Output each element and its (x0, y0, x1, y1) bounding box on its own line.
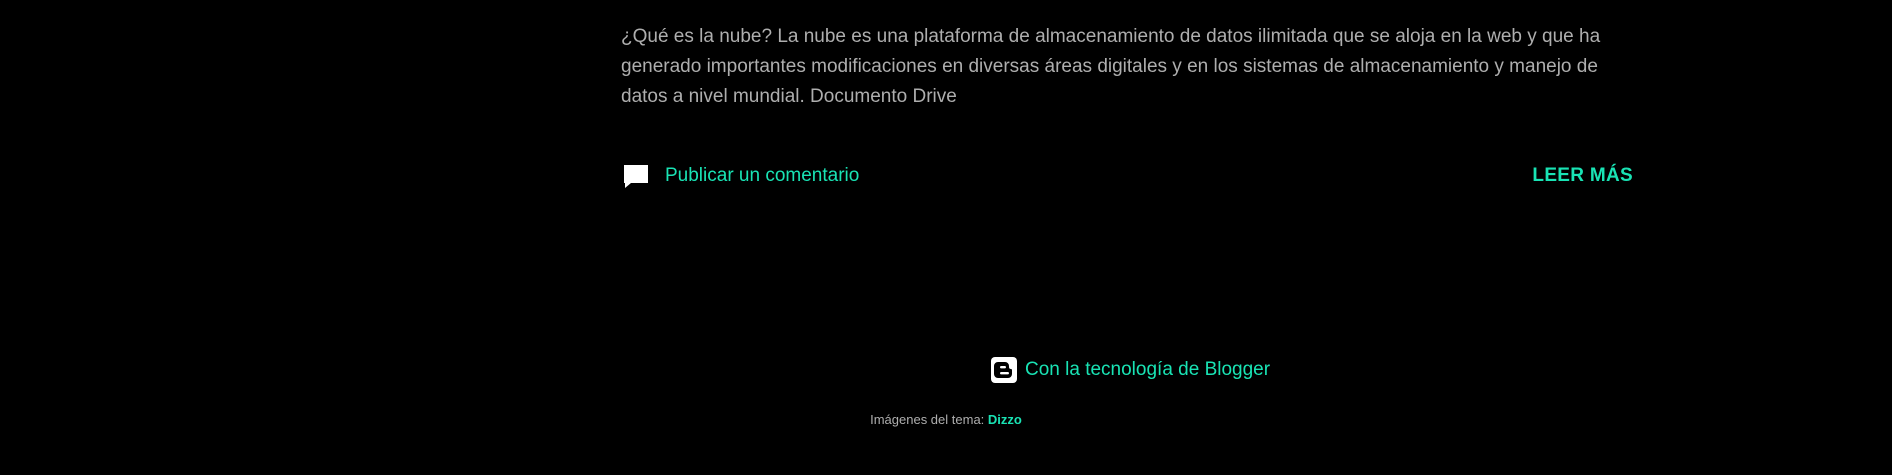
post-comment-link[interactable]: Publicar un comentario (621, 161, 859, 191)
post-snippet: ¿Qué es la nube? La nube es una platafor… (621, 26, 1601, 107)
theme-author-link[interactable]: Dizzo (988, 412, 1022, 427)
theme-attribution: Imágenes del tema: Dizzo (0, 412, 1892, 427)
post-footer: Publicar un comentario LEER MÁS (621, 160, 1633, 192)
powered-by-blogger-link[interactable]: Con la tecnología de Blogger (991, 357, 1270, 383)
powered-by-label: Con la tecnología de Blogger (1025, 359, 1271, 380)
read-more-link[interactable]: LEER MÁS (1532, 165, 1633, 187)
comment-icon (621, 161, 651, 191)
theme-images-label: Imágenes del tema: (870, 412, 985, 427)
post-comment-label: Publicar un comentario (665, 165, 860, 186)
blogger-icon (991, 357, 1017, 383)
